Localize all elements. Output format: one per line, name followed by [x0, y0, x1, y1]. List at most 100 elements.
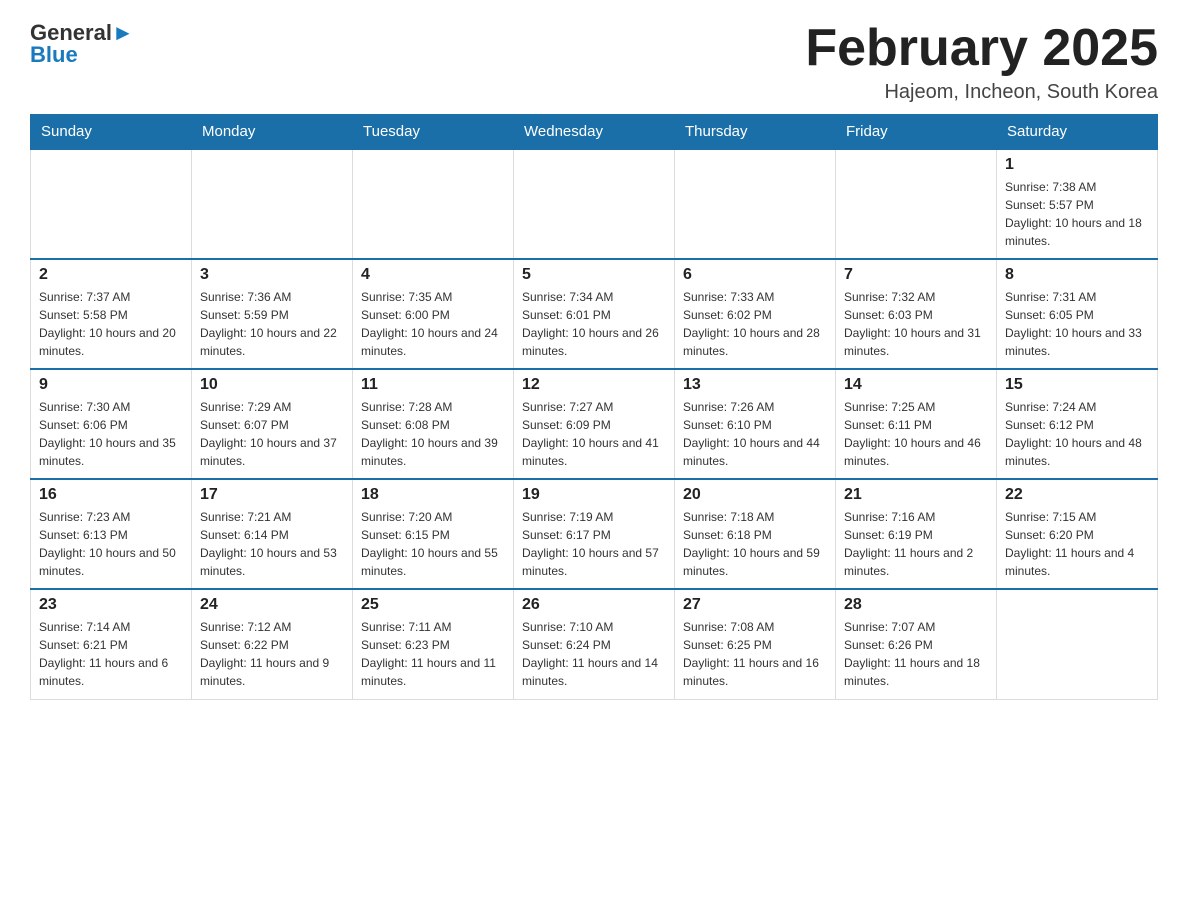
- calendar-cell: 18 Sunrise: 7:20 AMSunset: 6:15 PMDayligh…: [353, 479, 514, 589]
- calendar-cell: 8 Sunrise: 7:31 AMSunset: 6:05 PMDaylight…: [997, 259, 1158, 369]
- day-number: 9: [39, 376, 183, 394]
- calendar-cell: 16 Sunrise: 7:23 AMSunset: 6:13 PMDayligh…: [31, 479, 192, 589]
- calendar-cell: 3Sunrise: 7:36 AMSunset: 5:59 PMDaylight…: [192, 259, 353, 369]
- calendar-table: SundayMondayTuesdayWednesdayThursdayFrid…: [30, 114, 1158, 700]
- calendar-cell: 27 Sunrise: 7:08 AMSunset: 6:25 PMDayligh…: [675, 589, 836, 699]
- day-info: Sunrise: 7:16 AMSunset: 6:19 PMDaylight:…: [844, 508, 988, 580]
- day-number: 15: [1005, 376, 1149, 394]
- day-number: 16: [39, 486, 183, 504]
- day-number: 27: [683, 596, 827, 614]
- logo: General► Blue: [30, 20, 134, 68]
- calendar-cell: 14 Sunrise: 7:25 AMSunset: 6:11 PMDayligh…: [836, 369, 997, 479]
- day-number: 17: [200, 486, 344, 504]
- day-info: Sunrise: 7:37 AMSunset: 5:58 PMDaylight:…: [39, 288, 183, 360]
- day-info: Sunrise: 7:26 AMSunset: 6:10 PMDaylight:…: [683, 398, 827, 470]
- day-number: 19: [522, 486, 666, 504]
- calendar-cell: 10 Sunrise: 7:29 AMSunset: 6:07 PMDayligh…: [192, 369, 353, 479]
- weekday-header-saturday: Saturday: [997, 115, 1158, 150]
- day-number: 7: [844, 266, 988, 284]
- calendar-cell: [514, 149, 675, 259]
- day-info: Sunrise: 7:34 AMSunset: 6:01 PMDaylight:…: [522, 288, 666, 360]
- day-info: Sunrise: 7:31 AMSunset: 6:05 PMDaylight:…: [1005, 288, 1149, 360]
- day-number: 8: [1005, 266, 1149, 284]
- day-info: Sunrise: 7:10 AMSunset: 6:24 PMDaylight:…: [522, 618, 666, 690]
- day-number: 28: [844, 596, 988, 614]
- calendar-cell: 12 Sunrise: 7:27 AMSunset: 6:09 PMDayligh…: [514, 369, 675, 479]
- calendar-cell: 19Sunrise: 7:19 AMSunset: 6:17 PMDayligh…: [514, 479, 675, 589]
- day-info: Sunrise: 7:11 AMSunset: 6:23 PMDaylight:…: [361, 618, 505, 690]
- calendar-cell: 28 Sunrise: 7:07 AMSunset: 6:26 PMDayligh…: [836, 589, 997, 699]
- calendar-cell: 24 Sunrise: 7:12 AMSunset: 6:22 PMDayligh…: [192, 589, 353, 699]
- day-info: Sunrise: 7:23 AMSunset: 6:13 PMDaylight:…: [39, 508, 183, 580]
- week-row-5: 23 Sunrise: 7:14 AMSunset: 6:21 PMDayligh…: [31, 589, 1158, 699]
- calendar-cell: [192, 149, 353, 259]
- day-info: Sunrise: 7:35 AMSunset: 6:00 PMDaylight:…: [361, 288, 505, 360]
- day-number: 18: [361, 486, 505, 504]
- day-number: 10: [200, 376, 344, 394]
- day-info: Sunrise: 7:29 AMSunset: 6:07 PMDaylight:…: [200, 398, 344, 470]
- calendar-cell: 15Sunrise: 7:24 AMSunset: 6:12 PMDayligh…: [997, 369, 1158, 479]
- calendar-cell: 6 Sunrise: 7:33 AMSunset: 6:02 PMDaylight…: [675, 259, 836, 369]
- weekday-header-row: SundayMondayTuesdayWednesdayThursdayFrid…: [31, 115, 1158, 150]
- calendar-cell: 7 Sunrise: 7:32 AMSunset: 6:03 PMDaylight…: [836, 259, 997, 369]
- calendar-cell: 13 Sunrise: 7:26 AMSunset: 6:10 PMDayligh…: [675, 369, 836, 479]
- day-info: Sunrise: 7:15 AMSunset: 6:20 PMDaylight:…: [1005, 508, 1149, 580]
- calendar-cell: 22 Sunrise: 7:15 AMSunset: 6:20 PMDayligh…: [997, 479, 1158, 589]
- calendar-cell: 4 Sunrise: 7:35 AMSunset: 6:00 PMDaylight…: [353, 259, 514, 369]
- weekday-header-tuesday: Tuesday: [353, 115, 514, 150]
- calendar-cell: 21 Sunrise: 7:16 AMSunset: 6:19 PMDayligh…: [836, 479, 997, 589]
- day-number: 24: [200, 596, 344, 614]
- day-info: Sunrise: 7:33 AMSunset: 6:02 PMDaylight:…: [683, 288, 827, 360]
- day-number: 20: [683, 486, 827, 504]
- week-row-4: 16 Sunrise: 7:23 AMSunset: 6:13 PMDayligh…: [31, 479, 1158, 589]
- calendar-cell: 26 Sunrise: 7:10 AMSunset: 6:24 PMDayligh…: [514, 589, 675, 699]
- weekday-header-friday: Friday: [836, 115, 997, 150]
- calendar-cell: 20 Sunrise: 7:18 AMSunset: 6:18 PMDayligh…: [675, 479, 836, 589]
- day-number: 11: [361, 376, 505, 394]
- day-info: Sunrise: 7:21 AMSunset: 6:14 PMDaylight:…: [200, 508, 344, 580]
- calendar-cell: [997, 589, 1158, 699]
- logo-blue-text: Blue: [30, 42, 78, 68]
- calendar-cell: 5Sunrise: 7:34 AMSunset: 6:01 PMDaylight…: [514, 259, 675, 369]
- calendar-cell: [675, 149, 836, 259]
- week-row-2: 2 Sunrise: 7:37 AMSunset: 5:58 PMDaylight…: [31, 259, 1158, 369]
- location-subtitle: Hajeom, Incheon, South Korea: [805, 81, 1158, 104]
- day-info: Sunrise: 7:27 AMSunset: 6:09 PMDaylight:…: [522, 398, 666, 470]
- day-info: Sunrise: 7:28 AMSunset: 6:08 PMDaylight:…: [361, 398, 505, 470]
- day-info: Sunrise: 7:14 AMSunset: 6:21 PMDaylight:…: [39, 618, 183, 690]
- day-number: 1: [1005, 156, 1149, 174]
- day-info: Sunrise: 7:32 AMSunset: 6:03 PMDaylight:…: [844, 288, 988, 360]
- month-title: February 2025: [805, 20, 1158, 77]
- day-number: 22: [1005, 486, 1149, 504]
- day-info: Sunrise: 7:08 AMSunset: 6:25 PMDaylight:…: [683, 618, 827, 690]
- day-info: Sunrise: 7:07 AMSunset: 6:26 PMDaylight:…: [844, 618, 988, 690]
- calendar-cell: [353, 149, 514, 259]
- day-number: 4: [361, 266, 505, 284]
- weekday-header-thursday: Thursday: [675, 115, 836, 150]
- day-info: Sunrise: 7:18 AMSunset: 6:18 PMDaylight:…: [683, 508, 827, 580]
- weekday-header-sunday: Sunday: [31, 115, 192, 150]
- calendar-cell: 2 Sunrise: 7:37 AMSunset: 5:58 PMDaylight…: [31, 259, 192, 369]
- day-number: 12: [522, 376, 666, 394]
- day-number: 26: [522, 596, 666, 614]
- calendar-cell: 9 Sunrise: 7:30 AMSunset: 6:06 PMDaylight…: [31, 369, 192, 479]
- day-number: 6: [683, 266, 827, 284]
- day-number: 3: [200, 266, 344, 284]
- calendar-cell: 25 Sunrise: 7:11 AMSunset: 6:23 PMDayligh…: [353, 589, 514, 699]
- calendar-cell: [836, 149, 997, 259]
- day-info: Sunrise: 7:12 AMSunset: 6:22 PMDaylight:…: [200, 618, 344, 690]
- calendar-cell: 23 Sunrise: 7:14 AMSunset: 6:21 PMDayligh…: [31, 589, 192, 699]
- day-number: 2: [39, 266, 183, 284]
- day-info: Sunrise: 7:20 AMSunset: 6:15 PMDaylight:…: [361, 508, 505, 580]
- day-number: 13: [683, 376, 827, 394]
- calendar-cell: 17 Sunrise: 7:21 AMSunset: 6:14 PMDayligh…: [192, 479, 353, 589]
- day-number: 21: [844, 486, 988, 504]
- day-info: Sunrise: 7:30 AMSunset: 6:06 PMDaylight:…: [39, 398, 183, 470]
- logo-arrow-icon: ►: [112, 20, 134, 46]
- calendar-cell: 1Sunrise: 7:38 AMSunset: 5:57 PMDaylight…: [997, 149, 1158, 259]
- day-info: Sunrise: 7:25 AMSunset: 6:11 PMDaylight:…: [844, 398, 988, 470]
- day-number: 14: [844, 376, 988, 394]
- day-number: 25: [361, 596, 505, 614]
- header: General► Blue February 2025 Hajeom, Inch…: [30, 20, 1158, 104]
- day-number: 23: [39, 596, 183, 614]
